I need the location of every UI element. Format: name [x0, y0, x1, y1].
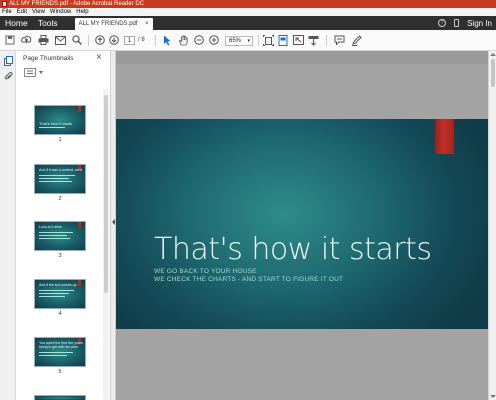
thumbnail-scrollbar-thumb[interactable] — [104, 95, 108, 293]
toolbar-divider — [88, 35, 89, 46]
zoom-value: 65% — [229, 38, 242, 44]
window-title: ALL MY FRIENDS.pdf - Adobe Acrobat Reade… — [9, 1, 145, 7]
thumbnail-line — [39, 290, 74, 291]
thumbnail-line — [39, 296, 65, 297]
thumbnail-page-2[interactable]: And if it was a contest, we'd be tied fo… — [34, 164, 86, 194]
read-mode-icon[interactable] — [307, 34, 319, 46]
thumbnail-line — [39, 352, 73, 353]
mobile-icon[interactable] — [454, 19, 460, 27]
document-view[interactable]: That's how it starts WE GO BACK TO YOUR … — [116, 51, 488, 400]
thumbnail-line — [39, 127, 65, 128]
email-icon[interactable] — [54, 34, 66, 46]
tab-document[interactable]: ALL MY FRIENDS.pdf × — [74, 18, 153, 30]
menu-help[interactable]: Help — [76, 8, 88, 16]
upload-icon[interactable] — [20, 34, 32, 46]
tab-document-label: ALL MY FRIENDS.pdf — [78, 21, 138, 27]
page-up-icon[interactable] — [94, 34, 106, 46]
full-screen-icon[interactable] — [292, 34, 304, 46]
thumbnail-line — [39, 175, 75, 176]
thumbnail-text: You spent the first five years trying to… — [39, 341, 83, 349]
menu-window[interactable]: Window — [50, 8, 71, 16]
thumbnail-line — [39, 355, 67, 356]
thumbnail-line — [39, 238, 70, 239]
tab-close-icon[interactable]: × — [145, 18, 149, 30]
thumbnail-line — [39, 178, 69, 179]
page-down-icon[interactable] — [108, 34, 120, 46]
thumbnail-line — [39, 181, 72, 182]
document-scrollbar-thumb[interactable] — [491, 59, 495, 87]
thumbnail-page-6[interactable] — [34, 395, 86, 400]
zoom-out-icon[interactable] — [193, 34, 205, 46]
thumbnail-number: 5 — [58, 369, 62, 375]
collapse-panel-icon[interactable] — [112, 219, 115, 225]
thumbnail-number: 4 — [58, 311, 62, 317]
pdf-app-icon — [2, 1, 7, 7]
thumbnail-line — [39, 232, 73, 233]
slide-page-1: That's how it starts WE GO BACK TO YOUR … — [116, 119, 488, 329]
search-icon[interactable] — [71, 34, 83, 46]
previous-page-area — [116, 64, 488, 119]
sign-in-link[interactable]: Sign In — [467, 19, 492, 28]
page-thumbnails-panel: Page Thumbnails × That's how it starts 1… — [16, 51, 111, 400]
menu-bar: File Edit View Window Help — [0, 8, 496, 16]
slide-title: That's how it starts — [154, 232, 432, 267]
thumbnail-number: 1 — [58, 137, 62, 143]
page-view-icon[interactable] — [277, 34, 289, 46]
attachment-icon[interactable] — [4, 72, 13, 80]
fit-page-icon[interactable] — [262, 34, 274, 46]
tab-bar: Home Tools ALL MY FRIENDS.pdf × ? Sign I… — [0, 16, 496, 30]
page-count: / 8 — [138, 37, 145, 43]
toolbar-divider — [155, 35, 156, 46]
zoom-in-icon[interactable] — [208, 34, 220, 46]
select-cursor-icon[interactable] — [161, 34, 173, 46]
slide-subtitle-1: WE GO BACK TO YOUR HOUSE — [154, 268, 257, 275]
tab-tools[interactable]: Tools — [33, 16, 63, 30]
thumbnail-line — [39, 293, 69, 294]
thumbnail-text: And if the sun comes up — [39, 283, 77, 287]
thumbnail-number: 3 — [58, 253, 62, 259]
menu-view[interactable]: View — [32, 8, 45, 16]
next-page-area — [116, 329, 488, 400]
thumbnail-line — [39, 235, 67, 236]
chevron-down-icon: ▾ — [247, 38, 250, 44]
tab-home[interactable]: Home — [0, 16, 33, 30]
close-icon[interactable]: × — [96, 52, 102, 63]
menu-file[interactable]: File — [2, 8, 12, 16]
print-icon[interactable] — [37, 34, 49, 46]
save-icon[interactable] — [4, 34, 16, 46]
pen-icon[interactable] — [350, 34, 362, 46]
thumbnail-text: That's how it starts — [39, 121, 73, 126]
thumbnail-page-1[interactable]: That's how it starts — [34, 105, 86, 135]
thumbnail-scrollbar[interactable] — [103, 89, 109, 400]
zoom-select[interactable]: 65% ▾ — [225, 36, 253, 46]
scroll-down-icon[interactable] — [490, 395, 496, 398]
help-icon[interactable]: ? — [438, 19, 447, 27]
page-number-input[interactable]: 1 — [124, 36, 135, 45]
toolbar-divider — [326, 35, 327, 46]
thumbnail-text: Look at it drink — [39, 225, 62, 229]
hand-icon[interactable] — [177, 34, 189, 46]
menu-edit[interactable]: Edit — [17, 8, 27, 16]
toolbar-divider — [258, 35, 259, 46]
thumbnail-options-icon[interactable] — [24, 68, 43, 77]
thumbnail-ribbon — [78, 106, 81, 112]
panel-title: Page Thumbnails — [23, 55, 74, 62]
left-tool-rail — [0, 51, 16, 400]
document-scrollbar[interactable] — [488, 51, 496, 400]
thumbnail-number: 2 — [58, 196, 62, 202]
thumbnail-text: And if it was a contest, we'd be tied fo… — [39, 168, 83, 172]
thumbnail-page-4[interactable]: And if the sun comes up — [34, 279, 86, 309]
thumbnail-page-5[interactable]: You spent the first five years trying to… — [34, 337, 86, 367]
toolbar: 1 / 8 65% ▾ — [0, 30, 496, 51]
scroll-up-icon[interactable] — [490, 53, 496, 56]
window-title-bar: ALL MY FRIENDS.pdf - Adobe Acrobat Reade… — [0, 0, 496, 8]
page-thumbnails-icon[interactable] — [4, 56, 13, 66]
thumbnail-page-3[interactable]: Look at it drink — [34, 221, 86, 251]
slide-ribbon — [435, 119, 454, 154]
comment-icon[interactable] — [333, 34, 345, 46]
slide-subtitle-2: WE CHECK THE CHARTS - AND START TO FIGUR… — [154, 276, 344, 283]
